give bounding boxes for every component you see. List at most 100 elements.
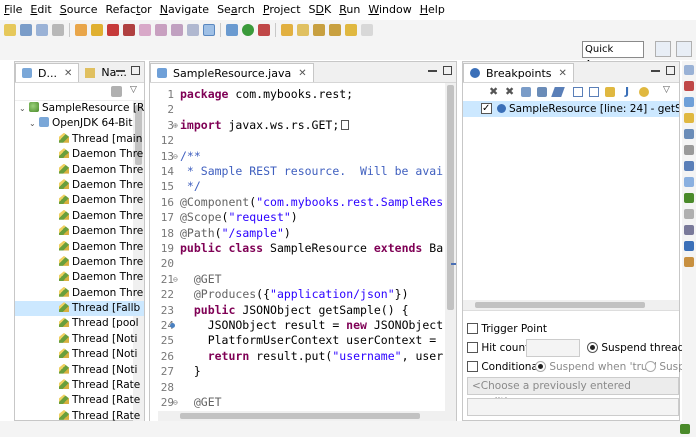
toggle-method-breakpoint-icon[interactable]	[639, 87, 649, 97]
thread-node[interactable]: Daemon Thre	[15, 224, 144, 239]
tab-editor-file[interactable]: SampleResource.java ✕	[150, 63, 314, 82]
code-line[interactable]: 14 * Sample REST resource. Will be avai	[150, 164, 450, 179]
thread-node[interactable]: Daemon Thre	[15, 240, 144, 255]
code-line[interactable]: 25 PlatformUserContext userContext =	[150, 333, 450, 348]
external-tools-icon[interactable]	[258, 24, 270, 36]
breakpoint-marker-icon[interactable]	[170, 323, 175, 328]
print-icon[interactable]	[52, 24, 64, 36]
scrollbar-thumb[interactable]	[475, 302, 645, 308]
condition-history-combo[interactable]: <Choose a previously entered condition>	[467, 377, 679, 408]
breakpoint-enabled-checkbox[interactable]	[481, 101, 492, 117]
view-icon[interactable]	[684, 145, 694, 155]
open-type-icon[interactable]	[281, 24, 293, 36]
view-menu-icon[interactable]: ▽	[130, 85, 137, 95]
step-return-icon[interactable]	[171, 24, 183, 36]
code-line[interactable]: 13 ⊖/**	[150, 149, 450, 164]
suspend-thread-radio[interactable]	[587, 342, 598, 353]
disconnect-icon[interactable]	[123, 24, 135, 36]
menu-search[interactable]: Search	[217, 0, 255, 20]
editor-ruler[interactable]	[150, 83, 158, 421]
terminate-icon[interactable]	[107, 24, 119, 36]
vertical-scrollbar[interactable]	[445, 83, 456, 421]
code-editor[interactable]: 30 @Produces({"application/json"})29⊖ @G…	[150, 83, 456, 421]
horizontal-scrollbar[interactable]	[150, 411, 446, 421]
thread-node[interactable]: Thread [Noti	[15, 332, 144, 347]
thread-node[interactable]: Thread [Fallb	[15, 301, 144, 317]
close-icon[interactable]: ✕	[298, 64, 306, 83]
code-line[interactable]: 22 @Produces({"application/json"})	[150, 287, 450, 302]
thread-node[interactable]: Daemon Thre	[15, 163, 144, 178]
code-line[interactable]: 24 JSONObject result = new JSONObject	[150, 318, 450, 333]
launch-node[interactable]: ⌄ SampleResource [R	[15, 101, 144, 116]
thread-node[interactable]: Thread [Rate	[15, 393, 144, 408]
next-annotation-icon[interactable]	[313, 24, 325, 36]
thread-node[interactable]: Daemon Thre	[15, 209, 144, 224]
drop-to-frame-icon[interactable]	[187, 24, 199, 36]
horizontal-scrollbar[interactable]	[463, 300, 679, 310]
code-line[interactable]: 3 ⊕ import javax.ws.rs.GET;	[150, 118, 450, 133]
suspend-thread-option[interactable]: Suspend thread	[587, 341, 684, 355]
thread-node[interactable]: Daemon Thre	[15, 286, 144, 301]
menu-navigate[interactable]: Navigate	[160, 0, 209, 20]
expand-all-icon[interactable]	[573, 87, 583, 97]
code-line[interactable]: 15 */	[150, 179, 450, 194]
code-line[interactable]: 21 ⊖ @GET	[150, 272, 450, 287]
maximize-icon[interactable]	[443, 66, 452, 75]
remove-terminated-icon[interactable]	[111, 86, 122, 97]
hit-count-input[interactable]	[526, 339, 580, 357]
view-icon[interactable]	[684, 65, 694, 75]
view-icon[interactable]	[684, 209, 694, 219]
maximize-icon[interactable]	[666, 66, 675, 75]
fold-toggle-icon[interactable]: ⊖	[173, 272, 178, 287]
maximize-icon[interactable]	[131, 66, 140, 75]
collapse-all-icon[interactable]	[589, 87, 599, 97]
scrollbar-thumb[interactable]	[447, 85, 454, 310]
code-line[interactable]: 2	[150, 102, 450, 117]
show-supported-breakpoints-icon[interactable]	[521, 87, 531, 97]
back-icon[interactable]	[345, 24, 357, 36]
suspend-when-true-option[interactable]: Suspend when 'true'	[535, 360, 657, 374]
condition-editor[interactable]	[467, 398, 679, 416]
expand-toggle-icon[interactable]: ⌄	[19, 101, 29, 116]
thread-node[interactable]: Thread [Rate	[15, 378, 144, 393]
go-to-file-icon[interactable]	[537, 87, 547, 97]
save-all-icon[interactable]	[36, 24, 48, 36]
skip-all-breakpoints-icon[interactable]	[551, 87, 565, 97]
code-line[interactable]: 1 package com.mybooks.rest;	[150, 87, 450, 102]
debug-perspective-icon[interactable]	[676, 41, 692, 57]
thread-node[interactable]: Daemon Thre	[15, 270, 144, 285]
view-menu-icon[interactable]: ▽	[663, 85, 670, 95]
search-icon[interactable]	[297, 24, 309, 36]
code-line[interactable]: 27 }	[150, 364, 450, 379]
save-icon[interactable]	[20, 24, 32, 36]
close-icon[interactable]: ✕	[64, 64, 72, 83]
thread-node[interactable]: Thread [Noti	[15, 363, 144, 378]
menu-edit[interactable]: Edit	[30, 0, 51, 20]
view-icon[interactable]	[684, 177, 694, 187]
expand-toggle-icon[interactable]: ⌄	[29, 116, 39, 131]
code-line[interactable]: 18 @Path("/sample")	[150, 226, 450, 241]
thread-node[interactable]: Daemon Thre	[15, 255, 144, 270]
minimize-icon[interactable]	[116, 66, 125, 72]
open-perspective-icon[interactable]	[655, 41, 671, 57]
remove-all-breakpoints-icon[interactable]: ✖	[505, 85, 514, 98]
code-line[interactable]: 28	[150, 380, 450, 395]
view-icon[interactable]	[684, 97, 694, 107]
new-icon[interactable]	[4, 24, 16, 36]
hit-count-option[interactable]: Hit count:	[467, 341, 533, 355]
fold-toggle-icon[interactable]: ⊖	[173, 395, 178, 410]
code-line[interactable]: 12	[150, 133, 450, 148]
breakpoint-row[interactable]: SampleResource [line: 24] - getSample	[463, 101, 679, 117]
menu-refactor[interactable]: Refactor	[106, 0, 152, 20]
view-icon[interactable]	[684, 193, 694, 203]
menu-window[interactable]: Window	[368, 0, 411, 20]
fold-toggle-icon[interactable]: ⊕	[173, 118, 178, 133]
debug-icon[interactable]	[226, 24, 238, 36]
thread-node[interactable]: Thread [Noti	[15, 347, 144, 362]
folded-imports-icon[interactable]	[341, 119, 350, 130]
menu-sdk[interactable]: SDK	[309, 0, 332, 20]
conditional-checkbox[interactable]	[467, 361, 478, 372]
previous-annotation-icon[interactable]	[329, 24, 341, 36]
suspend-icon[interactable]	[91, 24, 103, 36]
view-icon[interactable]	[684, 241, 694, 251]
